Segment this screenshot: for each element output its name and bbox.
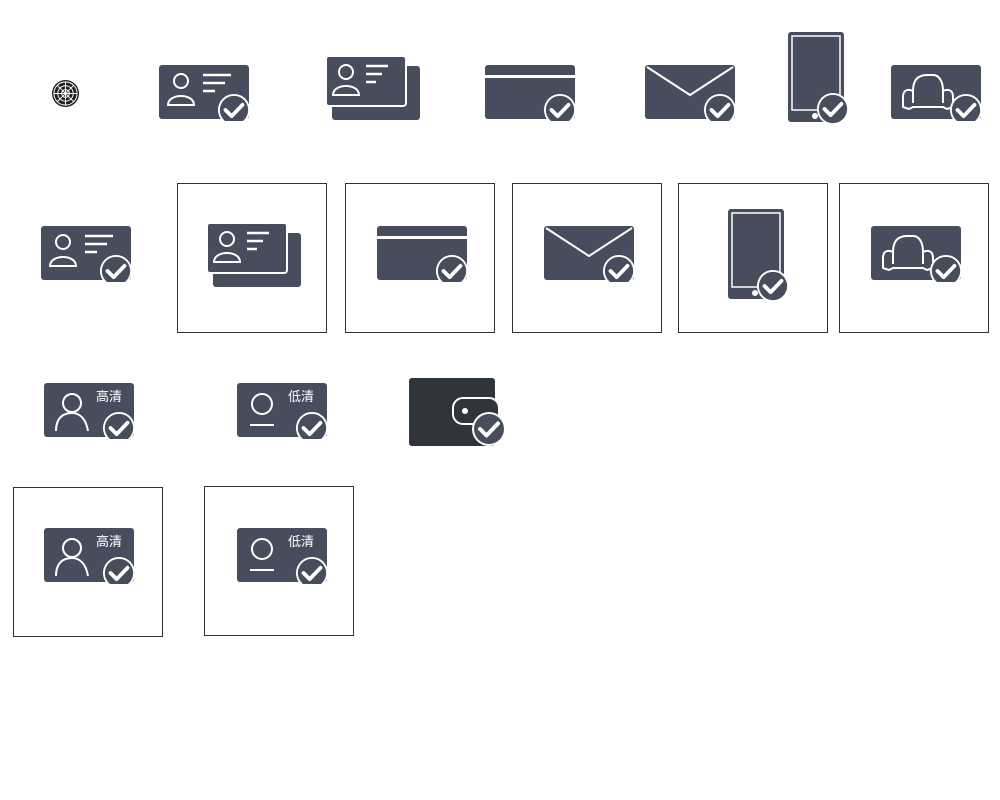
email-check-icon[interactable] <box>645 63 737 121</box>
wallet-check-icon[interactable] <box>409 376 507 448</box>
email-check-icon <box>544 224 636 282</box>
target-emblem-icon <box>51 79 80 108</box>
bank-card-tile[interactable] <box>345 183 495 333</box>
email-tile[interactable] <box>512 183 662 333</box>
multiple-cards-check-icon[interactable] <box>326 56 422 122</box>
mobile-phone-check-icon <box>728 209 790 301</box>
id-card-check-icon[interactable] <box>159 63 251 121</box>
id-card-check-icon[interactable] <box>41 224 133 282</box>
photo-high-definition-check-icon <box>44 381 136 439</box>
hd-label: 高清 <box>96 535 123 550</box>
photo-ld-item: 低清 <box>237 526 329 584</box>
photo-low-definition-check-icon <box>237 526 329 584</box>
multiple-cards-check-icon <box>207 223 303 289</box>
mobile-phone-check-icon[interactable] <box>788 32 850 124</box>
bank-card-check-icon[interactable] <box>485 63 577 121</box>
photo-ld-tile[interactable]: 低清 <box>204 486 354 636</box>
vehicle-check-icon[interactable] <box>891 63 983 121</box>
photo-low-definition-check-icon <box>237 381 329 439</box>
photo-ld-item[interactable]: 低清 <box>237 381 329 439</box>
multiple-cards-tile[interactable] <box>177 183 327 333</box>
vehicle-tile[interactable] <box>839 183 989 333</box>
ld-label: 低清 <box>288 390 315 405</box>
bank-card-check-icon <box>377 224 469 282</box>
photo-hd-item[interactable]: 高清 <box>44 381 136 439</box>
hd-label: 高清 <box>96 390 123 405</box>
photo-hd-tile[interactable]: 高清 <box>13 487 163 637</box>
photo-high-definition-check-icon <box>44 526 136 584</box>
mobile-phone-tile[interactable] <box>678 183 828 333</box>
vehicle-check-icon <box>871 224 963 282</box>
photo-hd-item: 高清 <box>44 526 136 584</box>
ld-label: 低清 <box>288 535 315 550</box>
